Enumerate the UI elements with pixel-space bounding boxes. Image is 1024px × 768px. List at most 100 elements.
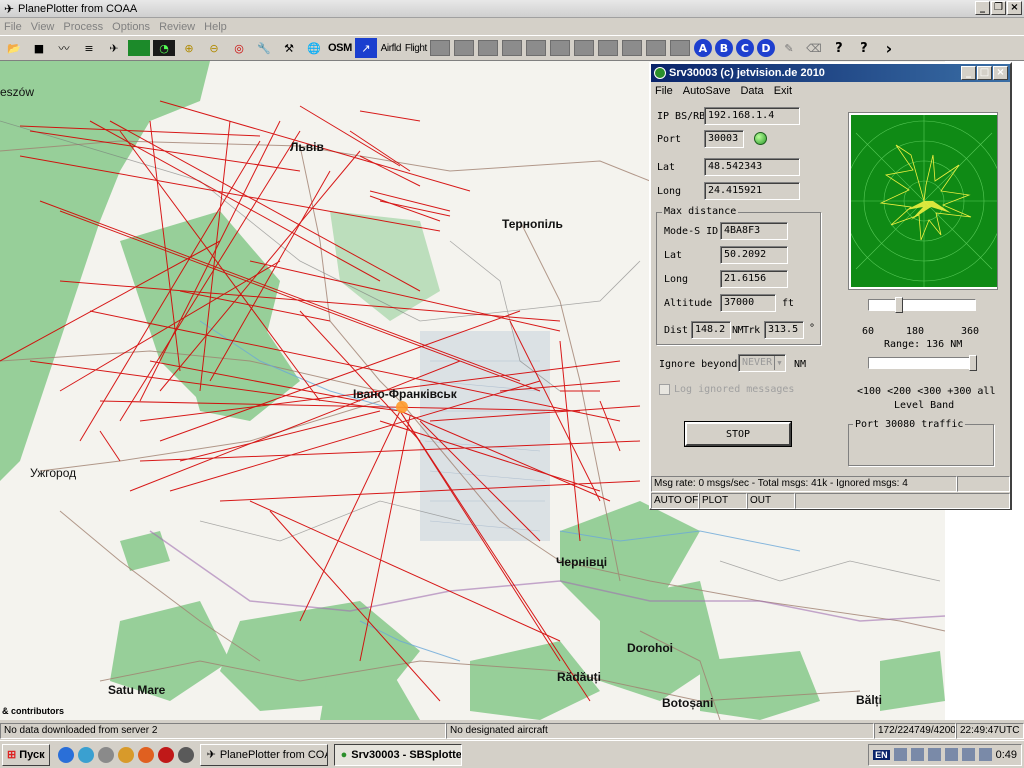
srv-close-button[interactable]: × (993, 66, 1008, 80)
circle-c-button[interactable]: C (735, 39, 754, 57)
modes-label: Mode-S ID (664, 226, 719, 237)
whats-this-icon[interactable]: ? (853, 38, 875, 58)
grey-tool-5-icon[interactable] (525, 40, 546, 56)
circle-d-button[interactable]: D (756, 39, 775, 57)
next-arrow-icon[interactable]: › (878, 38, 900, 58)
flight-button[interactable]: Flight (405, 38, 427, 58)
radar-view-icon[interactable]: ◔ (153, 40, 175, 56)
tray-icon[interactable] (893, 748, 907, 761)
circle-a-button[interactable]: A (693, 39, 712, 57)
menu-help[interactable]: Help (204, 21, 227, 33)
help-icon[interactable]: ? (828, 38, 850, 58)
srv-icon: ● (340, 748, 348, 761)
ip-field[interactable]: 192.168.1.4 (704, 107, 800, 125)
dist-field[interactable]: 148.2 (691, 321, 731, 339)
ignore-unit: NM (794, 359, 807, 370)
srv-menu-exit[interactable]: Exit (774, 85, 792, 97)
srv-menu-autosave[interactable]: AutoSave (683, 85, 731, 97)
long-field[interactable]: 24.415921 (704, 182, 800, 200)
level-band-slider[interactable] (868, 357, 974, 369)
aircraft-icon[interactable]: ✈ (103, 38, 125, 58)
pen-icon[interactable]: ✎ (778, 38, 800, 58)
browser-icon[interactable] (77, 746, 94, 763)
grey-tool-3-icon[interactable] (477, 40, 498, 56)
srv-minimize-button[interactable]: _ (961, 66, 976, 80)
grey-tool-2-icon[interactable] (453, 40, 474, 56)
circle-b-button[interactable]: B (714, 39, 733, 57)
zoom-in-icon[interactable]: ⊕ (178, 38, 200, 58)
grey-tool-11-icon[interactable] (669, 40, 690, 56)
ignore-beyond-value: NEVER (742, 357, 773, 368)
zoom-out-icon[interactable]: ⊖ (203, 38, 225, 58)
mail-icon[interactable] (117, 746, 134, 763)
menu-process[interactable]: Process (63, 21, 103, 33)
range-slider[interactable] (868, 299, 976, 311)
city-label: Чернівці (556, 555, 608, 569)
srv-menu-file[interactable]: File (655, 85, 673, 97)
map-view-icon[interactable] (128, 40, 150, 56)
wrench-blue-icon[interactable]: 🔧 (253, 38, 275, 58)
signal-wave-icon[interactable]: 〰 (53, 38, 75, 58)
level-band-slider-thumb[interactable] (969, 355, 977, 371)
tools-icon[interactable]: ⚒ (278, 38, 300, 58)
max-lat-field[interactable]: 50.2092 (720, 246, 788, 264)
trk-field[interactable]: 313.5 (764, 321, 804, 339)
media-icon[interactable] (97, 746, 114, 763)
tray-icon[interactable] (961, 748, 975, 761)
task-planeplotter[interactable]: ✈ PlanePlotter from COAA (199, 743, 328, 766)
srv-menu-data[interactable]: Data (740, 85, 763, 97)
stop-button[interactable]: STOP (684, 421, 792, 447)
grey-tool-8-icon[interactable] (597, 40, 618, 56)
globe-icon[interactable]: 🌐 (303, 38, 325, 58)
taskbar: ⊞ Пуск ✈ PlanePlotter from COAA ● Srv300… (0, 740, 1024, 768)
volume-icon[interactable] (927, 748, 941, 761)
grey-tool-9-icon[interactable] (621, 40, 642, 56)
tray-icon[interactable] (910, 748, 924, 761)
osm-button[interactable]: OSM (328, 38, 352, 58)
grey-tool-7-icon[interactable] (573, 40, 594, 56)
max-long-field[interactable]: 21.6156 (720, 270, 788, 288)
target-icon[interactable]: ◎ (228, 38, 250, 58)
status-time: 22:49:47UTC (956, 723, 1024, 739)
eraser-icon[interactable]: ⌫ (803, 38, 825, 58)
range-label: Range: 136 NM (884, 339, 963, 350)
level-band-ticks: <100 <200 <300 +300 all (857, 386, 996, 397)
srv-maximize-button[interactable]: □ (977, 66, 992, 80)
airfield-button[interactable]: Airfld (380, 38, 402, 58)
lat-field[interactable]: 48.542343 (704, 158, 800, 176)
modes-field[interactable]: 4BA8F3 (720, 222, 788, 240)
menu-review[interactable]: Review (159, 21, 195, 33)
start-button[interactable]: ⊞ Пуск (2, 743, 50, 766)
windows-logo-icon: ⊞ (7, 749, 17, 761)
srv-auto-status: AUTO OFF (651, 493, 699, 509)
grey-tool-1-icon[interactable] (429, 40, 450, 56)
menu-file[interactable]: File (4, 21, 22, 33)
network-icon[interactable] (944, 748, 958, 761)
menu-options[interactable]: Options (112, 21, 150, 33)
port-field[interactable]: 30003 (704, 130, 744, 148)
language-indicator[interactable]: EN (873, 749, 890, 760)
open-folder-icon[interactable]: 📂 (3, 38, 25, 58)
restore-button[interactable]: ❐ (991, 1, 1006, 15)
tray-icon[interactable] (978, 748, 992, 761)
log-ignored-checkbox[interactable] (659, 384, 670, 395)
app-icon[interactable] (177, 746, 194, 763)
range-slider-thumb[interactable] (895, 297, 903, 313)
grey-tool-6-icon[interactable] (549, 40, 570, 56)
arrow-select-icon[interactable]: ↗ (354, 38, 377, 58)
minimize-button[interactable]: _ (975, 1, 990, 15)
grey-tool-4-icon[interactable] (501, 40, 522, 56)
bar-list-icon[interactable]: ≡ (78, 38, 100, 58)
ie-icon[interactable] (57, 746, 74, 763)
firefox-icon[interactable] (137, 746, 154, 763)
close-button[interactable]: × (1007, 1, 1022, 15)
opera-icon[interactable] (157, 746, 174, 763)
altitude-field[interactable]: 37000 (720, 294, 776, 312)
task-srv30003[interactable]: ● Srv30003 - SBSplotter (333, 743, 462, 766)
ignore-beyond-select[interactable]: NEVER ▼ (738, 354, 786, 372)
grey-tool-10-icon[interactable] (645, 40, 666, 56)
menu-view[interactable]: View (31, 21, 55, 33)
stop-square-icon[interactable]: ■ (28, 38, 50, 58)
airplane-icon: ✈ (206, 749, 216, 761)
level-band-label: Level Band (894, 400, 955, 411)
